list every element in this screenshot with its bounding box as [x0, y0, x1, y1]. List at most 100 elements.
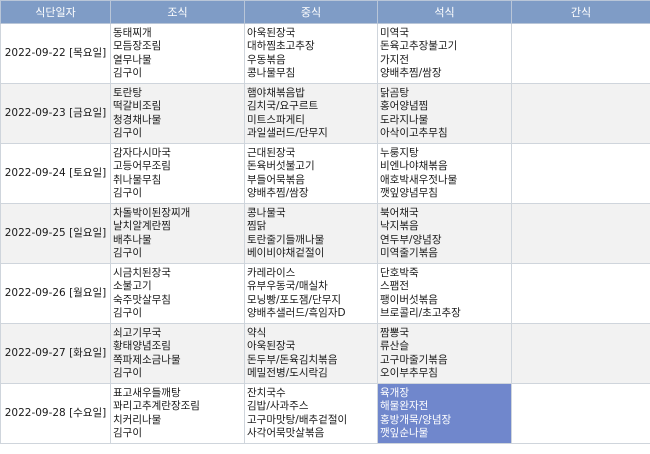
menu-item: 김밥/사과주스: [247, 400, 309, 413]
snack-cell: [511, 323, 650, 384]
dinner-cell: 북어채국 낙지볶음 연두부/양념장 미역줄기볶음: [377, 203, 512, 264]
menu-item: 취나물무침: [113, 173, 162, 186]
menu-item: 시금치된장국: [113, 266, 171, 279]
menu-item: 숙주맛살무침: [113, 293, 171, 306]
table-row: 2022-09-24 [토요일] 감자다시마국 고등어무조림 취나물무침 김구이 근대된장…: [0, 143, 650, 204]
menu-item: 날치알계란찜: [113, 220, 171, 233]
menu-item: 육개장: [380, 386, 409, 399]
menu-item: 카레라이스: [247, 266, 296, 279]
breakfast-cell: 쇠고기무국 황태양념조림 쪽파제소금나물 김구이: [110, 323, 245, 384]
table-row: 2022-09-27 [화요일] 쇠고기무국 황태양념조림 쪽파제소금나물 김구이 약식 아…: [0, 323, 650, 384]
menu-item: 감자다시마국: [113, 146, 171, 159]
menu-item: 김구이: [113, 306, 142, 319]
header-breakfast: 조식: [110, 0, 245, 24]
menu-item: 토란줄기들깨나물: [247, 233, 325, 246]
menu-item: 배추나물: [113, 233, 152, 246]
meal-table-body: 2022-09-22 [목요일] 동태찌개 모듬장조림 열무나물 김구이 아욱된장국 대하찜…: [0, 23, 650, 444]
date-cell: 2022-09-23 [금요일]: [0, 83, 111, 144]
menu-item: 모닝빵/포도잼/단무지: [247, 293, 342, 306]
menu-item: 김구이: [113, 126, 142, 139]
meal-table: 식단일자 조식 중식 석식 간식 2022-09-22 [목요일] 동태찌개 모듬장…: [0, 0, 650, 444]
menu-item: 류산슬: [380, 340, 409, 353]
menu-item: 치커리나물: [113, 413, 162, 426]
table-row: 2022-09-23 [금요일] 토란탕 떡갈비조림 청경채나물 김구이 햄야채볶음밥 김치…: [0, 83, 650, 144]
menu-item: 우동볶음: [247, 53, 286, 66]
dinner-cell: 닭곰탕 홍어양념찜 도라지나물 아삭이고추무침: [377, 83, 512, 144]
menu-item: 찜닭: [247, 220, 267, 233]
menu-item: 도라지나물: [380, 113, 429, 126]
menu-item: 브로콜리/초고추장: [380, 306, 461, 319]
menu-item: 미트스파게티: [247, 113, 305, 126]
menu-item: 황태양념조림: [113, 340, 171, 353]
lunch-cell: 잔치국수 김밥/사과주스 고구마맛탕/배추겉절이 사각어묵맛살볶음: [244, 383, 378, 444]
menu-item: 돈육고추장불고기: [380, 40, 458, 53]
date-cell: 2022-09-24 [토요일]: [0, 143, 111, 204]
menu-item: 양배추찜/쌈장: [380, 66, 442, 79]
breakfast-cell: 시금치된장국 소불고기 숙주맛살무침 김구이: [110, 263, 245, 324]
menu-item: 팽이버섯볶음: [380, 293, 438, 306]
header-lunch: 중식: [244, 0, 378, 24]
snack-cell: [511, 383, 650, 444]
dinner-cell: 미역국 돈육고추장불고기 가지전 양배추찜/쌈장: [377, 23, 512, 84]
menu-item: 대하찜초고추장: [247, 40, 315, 53]
menu-item: 꽈리고추계란장조림: [113, 400, 200, 413]
menu-item: 동태찌개: [113, 26, 152, 39]
menu-item: 메밀전병/도시락김: [247, 366, 328, 379]
menu-item: 고구마맛탕/배추겉절이: [247, 413, 348, 426]
date-cell: 2022-09-25 [일요일]: [0, 203, 111, 264]
menu-item: 짬뽕국: [380, 326, 409, 339]
breakfast-cell: 차돌박이된장찌개 날치알계란찜 배추나물 김구이: [110, 203, 245, 264]
menu-item: 쪽파제소금나물: [113, 353, 181, 366]
dinner-cell: 누룽지탕 비엔나야채볶음 애호박새우젓나물 깻잎양념무침: [377, 143, 512, 204]
menu-item: 떡갈비조림: [113, 100, 162, 113]
menu-item: 토란탕: [113, 86, 142, 99]
table-row: 2022-09-22 [목요일] 동태찌개 모듬장조림 열무나물 김구이 아욱된장국 대하찜…: [0, 23, 650, 84]
breakfast-cell: 토란탕 떡갈비조림 청경채나물 김구이: [110, 83, 245, 144]
menu-item: 닭곰탕: [380, 86, 409, 99]
menu-item: 베이비야채겉절이: [247, 246, 325, 259]
menu-item: 돈두부/돈육김치볶음: [247, 353, 338, 366]
lunch-cell: 카레라이스 유부우동국/매실차 모닝빵/포도잼/단무지 양배추샐러드/흑임자D: [244, 263, 378, 324]
menu-item: 약식: [247, 326, 267, 339]
menu-item: 아삭이고추무침: [380, 126, 448, 139]
menu-item: 쇠고기무국: [113, 326, 162, 339]
menu-item: 콩나물무침: [247, 66, 296, 79]
table-row: 2022-09-26 [월요일] 시금치된장국 소불고기 숙주맛살무침 김구이 카레라이스…: [0, 263, 650, 324]
menu-item: 열무나물: [113, 53, 152, 66]
menu-item: 사각어묵맛살볶음: [247, 426, 325, 439]
menu-item: 김구이: [113, 246, 142, 259]
lunch-cell: 근대된장국 돈육버섯불고기 부들어묵볶음 양배추찜/쌈장: [244, 143, 378, 204]
snack-cell: [511, 83, 650, 144]
menu-item: 스팸전: [380, 280, 409, 293]
date-cell: 2022-09-26 [월요일]: [0, 263, 111, 324]
header-row: 식단일자 조식 중식 석식 간식: [0, 0, 650, 24]
menu-item: 소불고기: [113, 280, 152, 293]
dinner-cell: 육개장 해물완자전 홍방개묵/양념장 깻잎순나물: [377, 383, 512, 444]
table-row: 2022-09-25 [일요일] 차돌박이된장찌개 날치알계란찜 배추나물 김구이 콩나물…: [0, 203, 650, 264]
snack-cell: [511, 143, 650, 204]
dinner-cell: 짬뽕국 류산슬 고구마줄기볶음 오이부추무침: [377, 323, 512, 384]
menu-item: 김구이: [113, 66, 142, 79]
menu-item: 비엔나야채볶음: [380, 160, 448, 173]
menu-item: 햄야채볶음밥: [247, 86, 305, 99]
menu-item: 잔치국수: [247, 386, 286, 399]
menu-item: 고구마줄기볶음: [380, 353, 448, 366]
menu-item: 가지전: [380, 53, 409, 66]
menu-item: 표고새우들깨탕: [113, 386, 181, 399]
menu-item: 김구이: [113, 366, 142, 379]
menu-item: 홍어양념찜: [380, 100, 429, 113]
lunch-cell: 햄야채볶음밥 김치국/요구르트 미트스파게티 과일샐러드/단무지: [244, 83, 378, 144]
menu-item: 낙지볶음: [380, 220, 419, 233]
menu-item: 미역국: [380, 26, 409, 39]
menu-item: 홍방개묵/양념장: [380, 413, 452, 426]
menu-item: 깻잎양념무침: [380, 186, 438, 199]
menu-item: 연두부/양념장: [380, 233, 442, 246]
menu-item: 양배추샐러드/흑임자D: [247, 306, 346, 319]
menu-item: 근대된장국: [247, 146, 296, 159]
menu-item: 김치국/요구르트: [247, 100, 319, 113]
snack-cell: [511, 203, 650, 264]
lunch-cell: 콩나물국 찜닭 토란줄기들깨나물 베이비야채겉절이: [244, 203, 378, 264]
header-dinner: 석식: [377, 0, 512, 24]
menu-item: 아욱된장국: [247, 26, 296, 39]
snack-cell: [511, 263, 650, 324]
